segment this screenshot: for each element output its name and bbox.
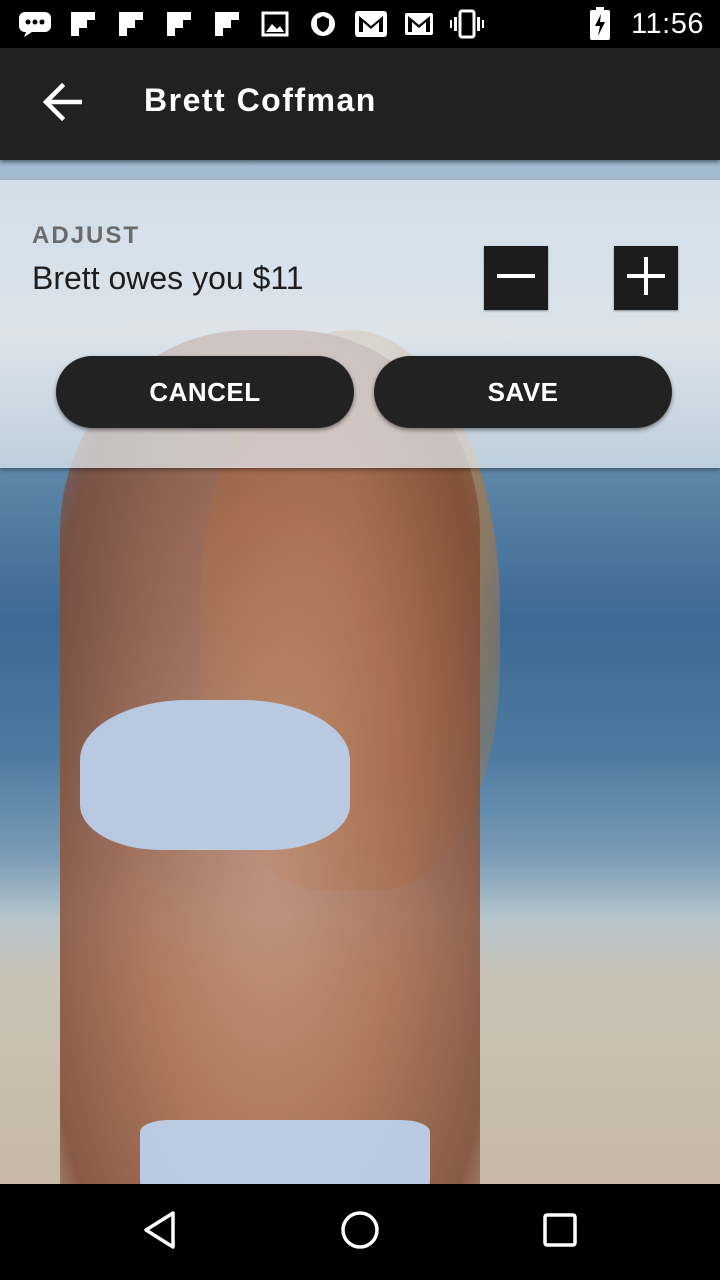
nav-back-button[interactable] [136, 1208, 184, 1256]
notification-icons [18, 8, 484, 40]
status-bar: 11:56 [0, 0, 720, 48]
gallery-icon [258, 9, 292, 39]
flipboard-icon [66, 9, 100, 39]
adjust-panel: ADJUST Brett owes you $11 CANCEL SAVE [0, 180, 720, 468]
gmail-icon [402, 9, 436, 39]
minus-icon [496, 256, 536, 301]
flipboard-icon [114, 9, 148, 39]
vibrate-icon [450, 9, 484, 39]
shield-icon [306, 9, 340, 39]
flipboard-icon [162, 9, 196, 39]
photo-garment-top [80, 700, 350, 850]
mail-icon [354, 9, 388, 39]
app-bar: Brett Coffman [0, 48, 720, 160]
nav-recent-icon [540, 1210, 580, 1255]
page-title: Brett Coffman [144, 82, 377, 118]
screen: 11:56 Brett Coffman ADJUST Brett owes yo… [0, 0, 720, 1280]
nav-recent-button[interactable] [536, 1208, 584, 1256]
adjust-heading: ADJUST [32, 222, 141, 249]
decrement-button[interactable] [484, 246, 548, 310]
plus-icon [626, 256, 666, 301]
navigation-bar [0, 1184, 720, 1280]
arrow-back-icon [40, 82, 84, 127]
nav-home-icon [339, 1209, 381, 1256]
clock: 11:56 [631, 7, 704, 40]
nav-back-icon [140, 1210, 180, 1255]
save-button[interactable]: SAVE [374, 356, 672, 428]
balance-text: Brett owes you $11 [32, 260, 304, 296]
increment-button[interactable] [614, 246, 678, 310]
messaging-icon [18, 9, 52, 39]
nav-home-button[interactable] [336, 1208, 384, 1256]
system-status: 11:56 [583, 6, 704, 42]
battery-charging-icon [583, 7, 617, 40]
flipboard-icon [210, 9, 244, 39]
back-button[interactable] [30, 74, 94, 134]
cancel-button[interactable]: CANCEL [56, 356, 354, 428]
